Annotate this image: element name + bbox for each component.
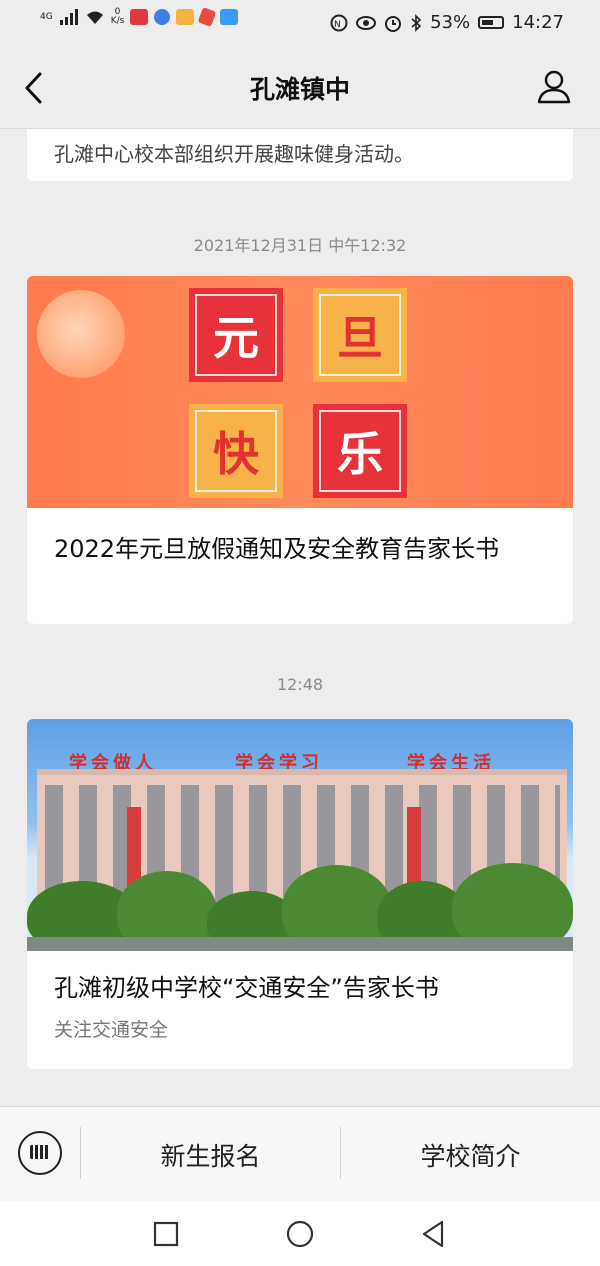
status-right: N 53% 14:27 (330, 12, 564, 33)
home-icon[interactable] (282, 1216, 318, 1252)
school-building-image: 学会做人 学会学习 学会生活 (27, 719, 573, 951)
bluetooth-icon (411, 13, 422, 32)
trees (27, 861, 573, 951)
svg-text:N: N (334, 20, 341, 30)
net-speed-unit: K/s (110, 16, 125, 26)
banner-char: 乐 (337, 427, 383, 481)
article-card-new-year[interactable]: 元 旦 快 乐 2022年元旦放假通知及安全教育告家长书 (27, 276, 573, 624)
banner-char: 旦 (337, 311, 383, 365)
article-title[interactable]: 孔滩初级中学校“交通安全”告家长书 (54, 971, 439, 1005)
battery-icon (478, 16, 505, 29)
battery-percent: 53% (430, 12, 471, 33)
timestamp: 12:48 (276, 675, 324, 694)
banner-char-tile: 元 (189, 288, 283, 382)
article-card-traffic-safety[interactable]: 学会做人 学会学习 学会生活 孔滩初级中学校“交通安全”告家长书 关注交通安全 (27, 719, 573, 1069)
previous-article-text: 孔滩中心校本部组织开展趣味健身活动。 (54, 142, 414, 166)
toutiao-app-icon (130, 9, 149, 25)
article-title[interactable]: 2022年元旦放假通知及安全教育告家长书 (54, 532, 554, 567)
banner-char: 元 (213, 311, 259, 365)
app-icon (176, 9, 195, 25)
nfc-icon: N (330, 14, 348, 31)
user-profile-icon[interactable] (536, 68, 572, 104)
status-bar: 4G 0 K/s N 53% 14:27 (0, 0, 600, 48)
keyboard-icon[interactable] (18, 1131, 62, 1175)
baidu-app-icon (154, 9, 171, 25)
signal-icon (59, 9, 78, 25)
new-year-banner-image: 元 旦 快 乐 (27, 276, 573, 508)
menu-button-school-intro[interactable]: 学校简介 (341, 1107, 600, 1203)
network-type-label: 4G (40, 11, 53, 22)
message-feed[interactable]: 孔滩中心校本部组织开展趣味健身活动。 2021年12月31日 中午12:32 元… (0, 129, 600, 1105)
article-subtitle: 关注交通安全 (54, 1019, 169, 1041)
app-icon (198, 7, 217, 27)
timestamp: 2021年12月31日 中午12:32 (193, 236, 407, 255)
banner-char-tile: 旦 (313, 288, 407, 382)
back-triangle-icon[interactable] (416, 1216, 452, 1252)
previous-article-card[interactable]: 孔滩中心校本部组织开展趣味健身活动。 (27, 129, 573, 181)
clock: 14:27 (512, 12, 564, 33)
net-speed: 0 K/s (111, 8, 125, 26)
eye-icon (356, 15, 377, 30)
page-title: 孔滩镇中 (249, 75, 350, 104)
top-navbar: 孔滩镇中 (0, 48, 600, 129)
status-left: 4G 0 K/s (40, 7, 239, 27)
banner-char-tile: 乐 (313, 404, 407, 498)
bottom-menu-bar: 新生报名 学校简介 (0, 1106, 600, 1203)
app-icon (220, 9, 239, 25)
recent-apps-icon[interactable] (148, 1216, 184, 1252)
banner-char: 快 (213, 427, 259, 481)
system-nav-bar (0, 1202, 600, 1266)
fence (27, 937, 573, 951)
banner-char-tile: 快 (189, 404, 283, 498)
alarm-icon (385, 15, 402, 32)
menu-button-enrollment[interactable]: 新生报名 (81, 1107, 340, 1203)
wifi-icon (86, 11, 103, 24)
sun-decoration (37, 290, 125, 378)
